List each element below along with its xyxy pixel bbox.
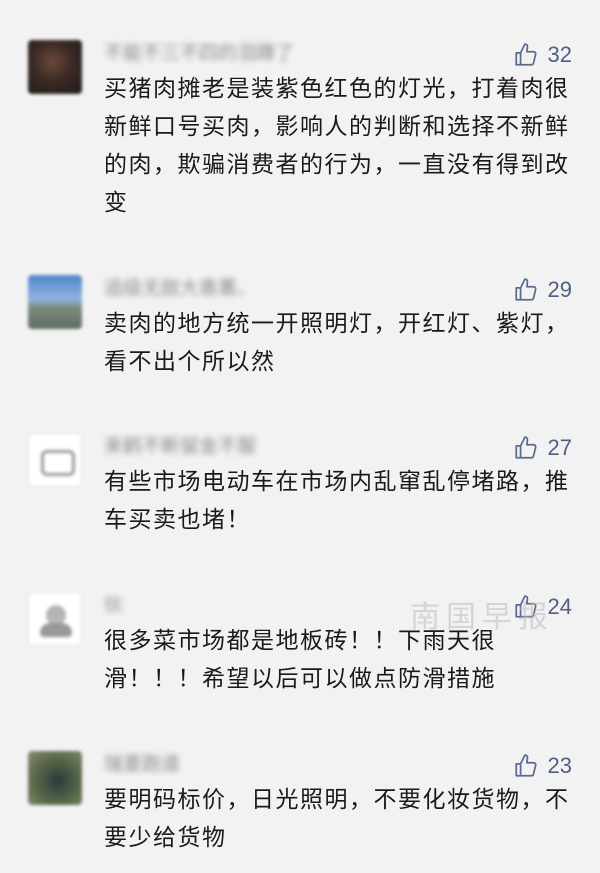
avatar[interactable] [28, 40, 82, 94]
comment-author-name[interactable]: 来鹤不断留金不服 [104, 435, 256, 457]
thumbs-up-icon [514, 754, 537, 777]
comment-author-name[interactable]: 追级无敌大香薰、 [104, 277, 256, 299]
like-button[interactable]: 23 [513, 751, 572, 781]
comment-text: 要明码标价，日光照明，不要化妆货物，不要少给货物 [104, 787, 570, 851]
comment-text: 卖肉的地方统一开照明灯，开红灯、紫灯，看不出个所以然 [104, 311, 570, 375]
avatar[interactable] [28, 592, 82, 646]
like-button[interactable]: 32 [513, 40, 572, 70]
like-button[interactable]: 29 [513, 275, 572, 305]
comment-author-name[interactable]: 伙 [104, 594, 123, 616]
thumbs-up-icon [514, 436, 537, 459]
watermark: 南国早报 [410, 600, 554, 635]
thumbs-up-icon [514, 43, 537, 66]
thumbs-up-icon [514, 278, 537, 301]
comment-text: 买猪肉摊老是装紫色红色的灯光，打着肉很新鲜口号买肉，影响人的判断和选择不新鲜的肉… [104, 76, 570, 216]
avatar[interactable] [28, 275, 82, 329]
like-count: 23 [547, 753, 572, 778]
like-count: 27 [547, 435, 572, 460]
comment-author-name[interactable]: 不能不三不四的泪蹲了 [104, 42, 294, 64]
avatar[interactable] [28, 433, 82, 487]
comment-author-name[interactable]: 瑞菱跑道 [104, 753, 180, 775]
like-count: 29 [547, 277, 572, 302]
comment-text: 有些市场电动车在市场内乱窜乱停堵路，推车买卖也堵！ [104, 469, 570, 533]
like-button[interactable]: 27 [513, 433, 572, 463]
avatar[interactable] [28, 751, 82, 805]
like-count: 32 [547, 42, 572, 67]
